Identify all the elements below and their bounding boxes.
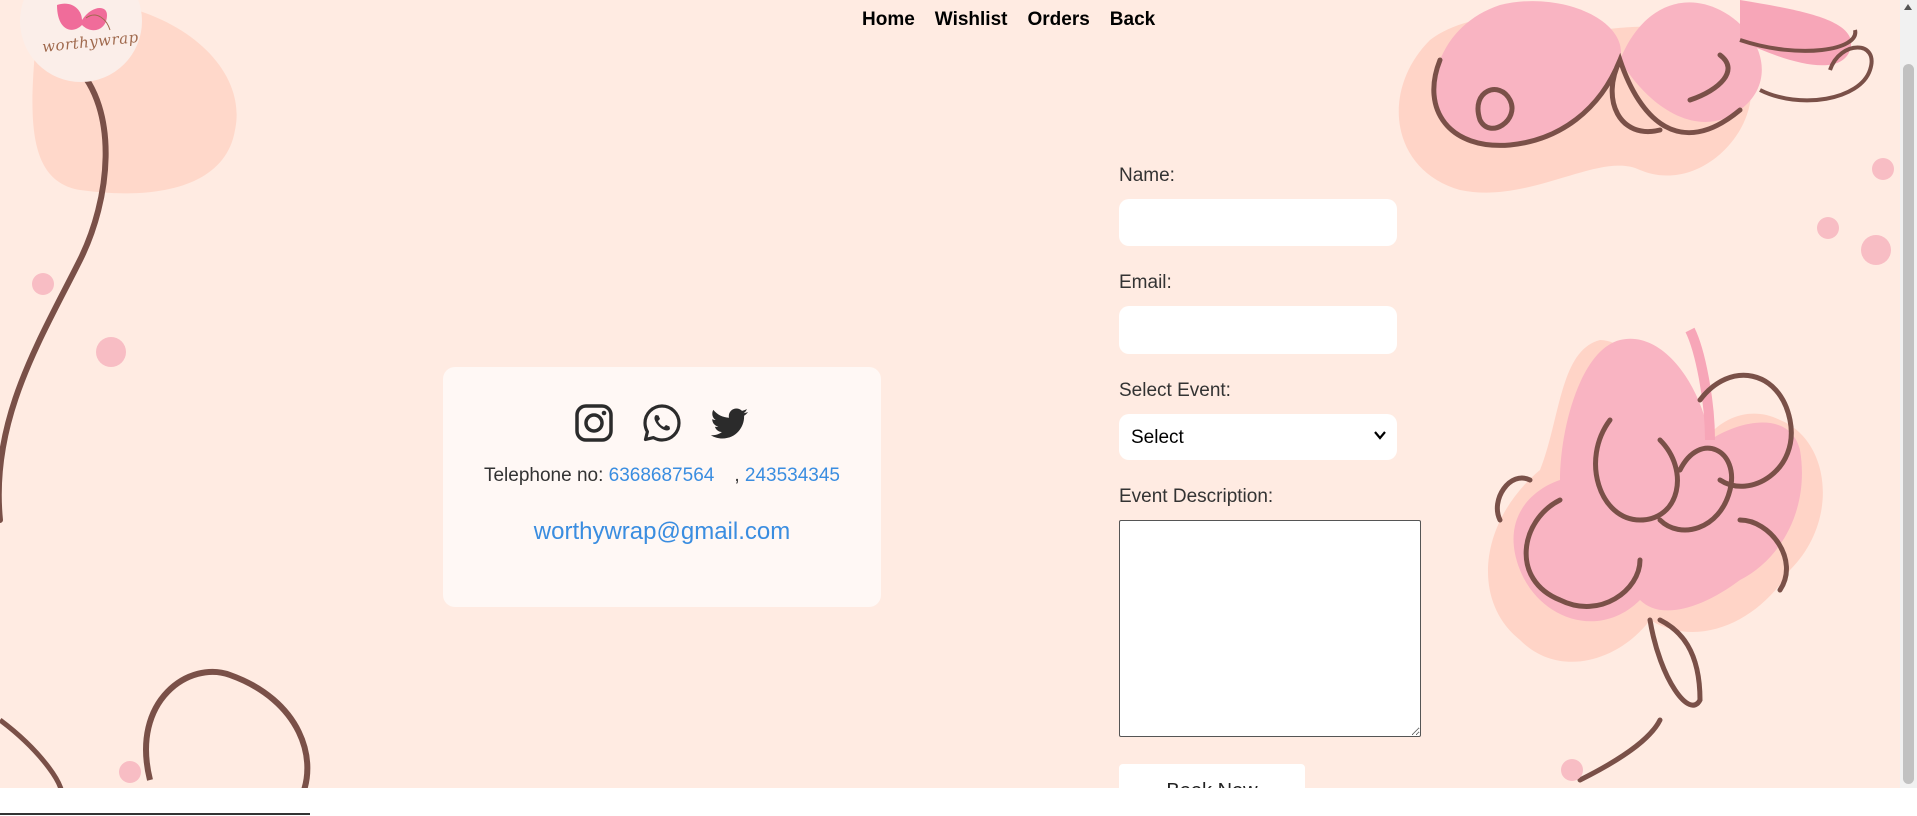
nav-back-link[interactable]: Back <box>1110 9 1155 31</box>
vertical-scrollbar[interactable] <box>1900 0 1917 788</box>
event-description-textarea[interactable] <box>1119 520 1421 737</box>
whatsapp-icon[interactable] <box>642 403 682 443</box>
contact-card: Telephone no: 6368687564, 243534345 wort… <box>443 367 881 607</box>
book-now-button[interactable]: Book Now <box>1119 764 1305 788</box>
scroll-up-arrow-icon[interactable] <box>1904 4 1912 10</box>
twitter-icon[interactable] <box>710 403 750 443</box>
floral-decoration <box>0 0 1894 788</box>
scrollbar-thumb[interactable] <box>1903 64 1914 784</box>
select-event-label: Select Event: <box>1119 380 1231 401</box>
phone-separator: , <box>734 465 740 486</box>
nav-home-link[interactable]: Home <box>862 9 915 31</box>
event-select-wrapper: Select <box>1119 414 1397 460</box>
email-link[interactable]: worthywrap@gmail.com <box>443 518 881 546</box>
name-input[interactable] <box>1119 199 1397 246</box>
brand-logo[interactable]: worthywrap <box>20 0 142 82</box>
page-background: worthywrap Home Wishlist Orders Back Tel… <box>0 0 1900 788</box>
social-links <box>443 403 881 443</box>
name-label: Name: <box>1119 165 1175 186</box>
telephone-line: Telephone no: 6368687564, 243534345 <box>443 465 881 487</box>
email-label: Email: <box>1119 272 1172 293</box>
phone-link-2[interactable]: 243534345 <box>745 465 840 486</box>
event-select[interactable]: Select <box>1119 414 1397 460</box>
event-description-label: Event Description: <box>1119 486 1274 507</box>
email-input[interactable] <box>1119 306 1397 354</box>
phone-link-1[interactable]: 6368687564 <box>609 465 715 486</box>
nav-wishlist-link[interactable]: Wishlist <box>935 9 1008 31</box>
telephone-label: Telephone no: <box>483 465 604 486</box>
top-navigation: Home Wishlist Orders Back <box>862 9 1155 31</box>
nav-orders-link[interactable]: Orders <box>1027 9 1089 31</box>
bottom-divider <box>0 813 310 815</box>
chevron-down-icon <box>1374 431 1386 440</box>
instagram-icon[interactable] <box>574 403 614 443</box>
